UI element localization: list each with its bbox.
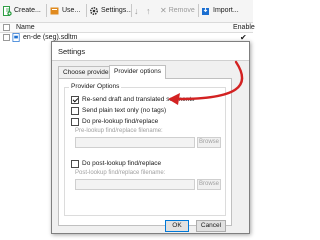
toolbar: Create... Use... Settings... ↓ ↑ ✕ Remov… (0, 0, 253, 23)
tab-provider-options[interactable]: Provider options (109, 65, 166, 79)
pre-lookup-option[interactable]: Do pre-lookup find/replace (71, 117, 158, 126)
remove-label: Remove (168, 7, 195, 14)
post-lookup-filename-field[interactable] (75, 179, 195, 190)
resend-checkbox[interactable] (71, 95, 79, 104)
pre-lookup-filename-label: Pre-lookup find/replace filename: (75, 128, 163, 134)
move-down-button[interactable]: ↓ (134, 3, 139, 18)
column-name[interactable]: Name (16, 24, 35, 31)
settings-button[interactable]: Settings... (89, 3, 132, 18)
grid-header: Name Enable (0, 23, 255, 33)
provider-options-group: Provider Options Re-send draft and trans… (64, 83, 226, 216)
plain-text-label: Send plain text only (no tags) (82, 107, 167, 114)
tab-label: Choose provider (63, 69, 111, 76)
import-button[interactable]: Import... (201, 3, 239, 18)
select-all-checkbox[interactable] (3, 24, 10, 31)
tm-name: en-de (seg).sdltm (23, 34, 78, 41)
toolbar-separator (46, 4, 47, 17)
resend-label: Re-send draft and translated segments (82, 96, 195, 103)
use-label: Use... (62, 7, 81, 14)
pre-lookup-label: Do pre-lookup find/replace (82, 118, 159, 125)
post-lookup-checkbox[interactable] (71, 159, 79, 168)
import-label: Import... (213, 7, 239, 14)
pre-lookup-browse-button[interactable]: Browse (197, 137, 221, 148)
column-enabled[interactable]: Enable (233, 24, 255, 31)
toolbar-separator (131, 4, 132, 17)
post-lookup-option[interactable]: Do post-lookup find/replace (71, 159, 161, 168)
close-icon: ✕ (160, 6, 167, 15)
settings-dialog: Settings Choose provider Provider option… (51, 41, 250, 234)
move-up-button[interactable]: ↑ (146, 3, 151, 18)
toolbar-separator (198, 4, 199, 17)
use-button[interactable]: Use... (50, 3, 80, 18)
plain-text-option[interactable]: Send plain text only (no tags) (71, 106, 166, 115)
provider-options-panel: Provider Options Re-send draft and trans… (58, 78, 232, 226)
create-button[interactable]: Create... (2, 3, 41, 18)
group-title: Provider Options (69, 83, 122, 90)
dialog-titlebar: Settings (52, 42, 249, 61)
tab-choose-provider[interactable]: Choose provider (58, 66, 116, 78)
plain-text-checkbox[interactable] (71, 106, 79, 115)
import-icon (202, 6, 209, 15)
use-tm-icon (50, 7, 59, 14)
ok-button[interactable]: OK (165, 220, 189, 232)
post-lookup-label: Do post-lookup find/replace (82, 160, 162, 167)
create-label: Create... (14, 7, 41, 14)
pre-lookup-filename-field[interactable] (75, 137, 195, 148)
cancel-button[interactable]: Cancel (196, 220, 226, 232)
arrow-down-icon: ↓ (134, 5, 139, 16)
tab-label: Provider options (114, 68, 161, 75)
post-lookup-browse-button[interactable]: Browse (197, 179, 221, 190)
resend-option[interactable]: Re-send draft and translated segments (71, 95, 194, 104)
gear-icon (89, 6, 99, 15)
post-lookup-filename-label: Post-lookup find/replace filename: (75, 170, 166, 176)
dialog-title: Settings (58, 47, 86, 56)
arrow-up-icon: ↑ (146, 5, 151, 16)
settings-label: Settings... (101, 7, 133, 14)
remove-button[interactable]: ✕ Remove (160, 3, 195, 18)
row-checkbox[interactable] (3, 34, 10, 41)
pre-lookup-checkbox[interactable] (71, 117, 79, 126)
new-file-icon (3, 5, 12, 16)
tm-file-icon (12, 33, 20, 42)
toolbar-separator (86, 4, 87, 17)
